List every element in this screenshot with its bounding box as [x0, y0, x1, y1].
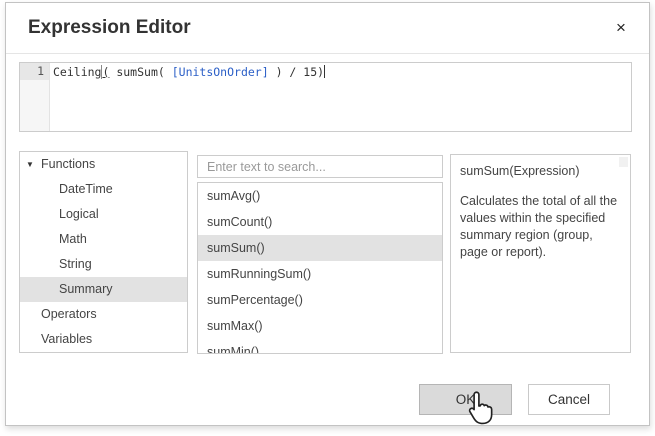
- tree-item-label: Functions: [41, 157, 95, 171]
- category-tree: ▼ Functions DateTime Logical Math String…: [19, 151, 188, 353]
- expression-code-editor[interactable]: 1 Ceiling( sumSum( [UnitsOnOrder] ) / 15…: [19, 62, 632, 132]
- function-search-box: [197, 155, 443, 178]
- expression-text[interactable]: Ceiling( sumSum( [UnitsOnOrder] ) / 15): [53, 64, 325, 81]
- function-signature: sumSum(Expression): [460, 164, 620, 178]
- expression-editor-dialog: Expression Editor × 1 Ceiling( sumSum( […: [5, 2, 650, 426]
- tree-item-variables[interactable]: Variables: [20, 327, 187, 352]
- function-description-panel: sumSum(Expression) Calculates the total …: [450, 154, 631, 353]
- dialog-titlebar: Expression Editor ×: [6, 3, 649, 54]
- tree-item-functions[interactable]: ▼ Functions: [20, 152, 187, 177]
- tree-item-operators[interactable]: Operators: [20, 302, 187, 327]
- tree-item-label: DateTime: [59, 182, 113, 196]
- tree-item-datetime[interactable]: DateTime: [20, 177, 187, 202]
- list-item-sumpercentage[interactable]: sumPercentage(): [198, 287, 442, 313]
- list-item-sumrunningsum[interactable]: sumRunningSum(): [198, 261, 442, 287]
- scrollbar-thumb[interactable]: [619, 157, 628, 167]
- tree-item-label: String: [59, 257, 92, 271]
- cancel-button[interactable]: Cancel: [528, 384, 610, 415]
- list-item-summax[interactable]: sumMax(): [198, 313, 442, 339]
- list-item-summin[interactable]: sumMin(): [198, 339, 442, 354]
- search-input[interactable]: [198, 156, 442, 177]
- close-icon[interactable]: ×: [609, 16, 633, 40]
- code-segment: sumSum(: [109, 65, 171, 79]
- tree-item-label: Summary: [59, 282, 112, 296]
- code-segment: ) / 15): [269, 65, 324, 79]
- tree-item-summary[interactable]: Summary: [20, 277, 187, 302]
- ok-button[interactable]: OK: [419, 384, 512, 415]
- code-field-reference: [UnitsOnOrder]: [172, 65, 269, 79]
- function-list: sumAvg() sumCount() sumSum() sumRunningS…: [197, 182, 443, 354]
- list-item-sumavg[interactable]: sumAvg(): [198, 183, 442, 209]
- dialog-title: Expression Editor: [28, 3, 191, 53]
- tree-item-label: Logical: [59, 207, 99, 221]
- list-item-sumsum[interactable]: sumSum(): [198, 235, 442, 261]
- text-caret: [324, 65, 325, 78]
- code-segment: Ceiling: [53, 65, 101, 79]
- editor-line-number: 1: [20, 63, 49, 80]
- function-description: Calculates the total of all the values w…: [460, 193, 620, 261]
- tree-item-label: Math: [59, 232, 87, 246]
- chevron-down-icon[interactable]: ▼: [26, 152, 40, 177]
- list-item-sumcount[interactable]: sumCount(): [198, 209, 442, 235]
- tree-item-label: Variables: [41, 332, 92, 346]
- tree-item-label: Operators: [41, 307, 97, 321]
- tree-item-string[interactable]: String: [20, 252, 187, 277]
- tree-item-logical[interactable]: Logical: [20, 202, 187, 227]
- tree-item-math[interactable]: Math: [20, 227, 187, 252]
